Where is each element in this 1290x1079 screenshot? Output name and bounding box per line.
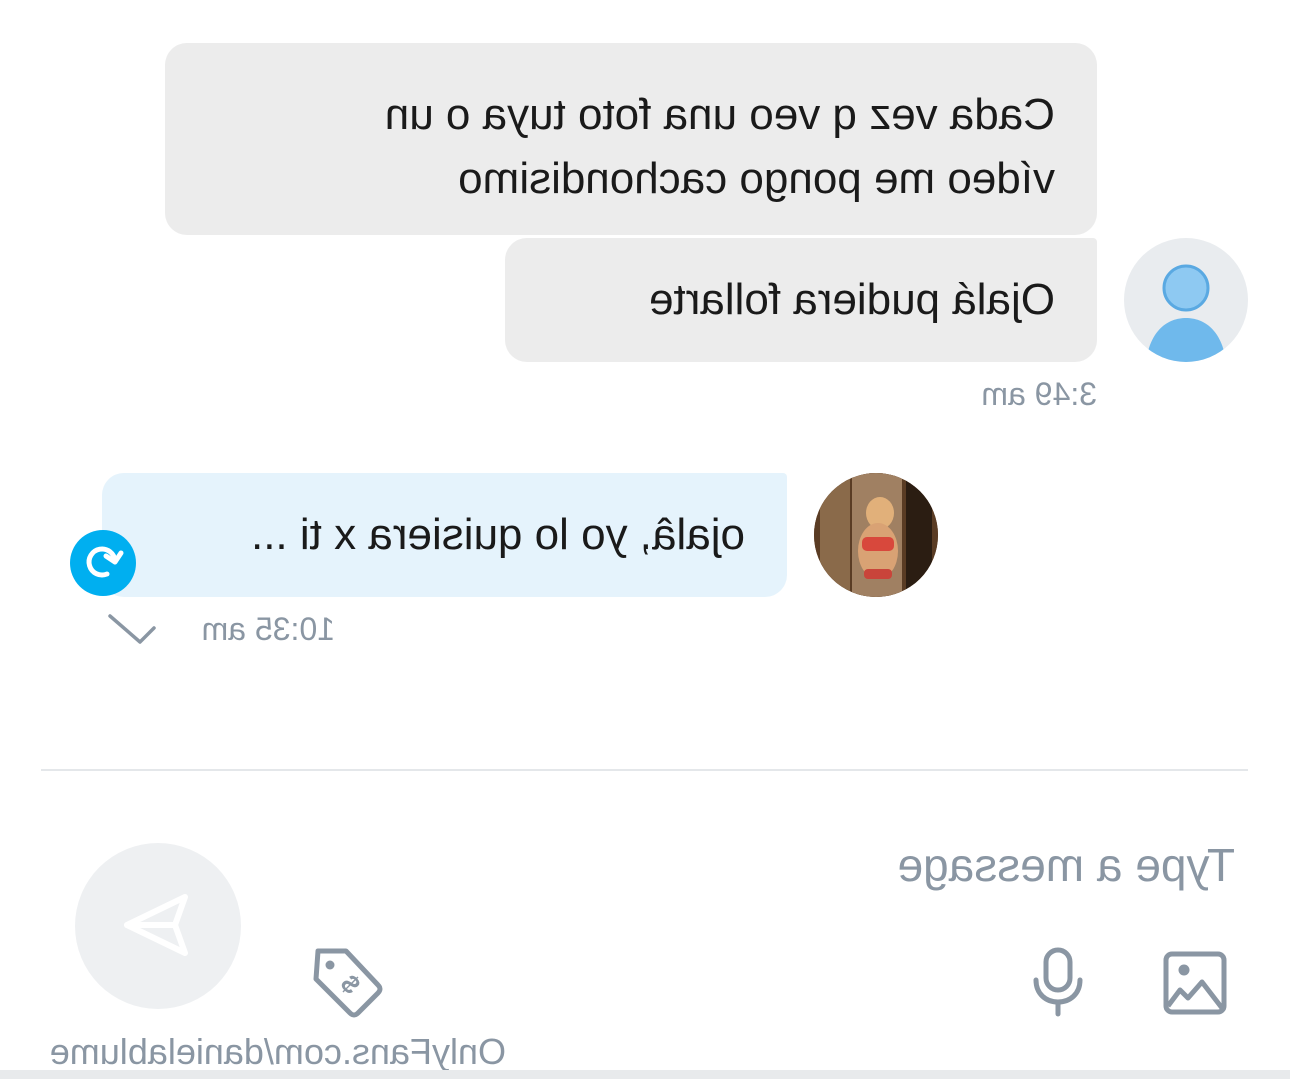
bottom-bar xyxy=(0,1070,1290,1079)
message-text-line: Cada vez q veo una foto tuya o un xyxy=(384,90,1055,139)
message-text-line: ojalâ, yo lo quisiera x ti ... xyxy=(250,510,745,559)
message-input[interactable]: Type a message xyxy=(897,838,1235,892)
message-timestamp: 10:35 am xyxy=(201,611,335,647)
message-bubble-incoming[interactable]: Ojalá pudiera follarte xyxy=(505,238,1097,362)
svg-text:$: $ xyxy=(335,968,367,1000)
message-text-line: vídeo me pongo cachondisimo xyxy=(458,154,1055,203)
undo-icon[interactable] xyxy=(69,529,137,597)
user-avatar-icon xyxy=(1146,264,1226,362)
image-icon[interactable] xyxy=(1162,950,1228,1016)
fan-avatar[interactable] xyxy=(1124,238,1248,362)
watermark-url: OnlyFans.com/danielablume xyxy=(49,1031,506,1072)
microphone-icon[interactable] xyxy=(1028,946,1088,1018)
creator-photo xyxy=(814,473,938,597)
creator-avatar[interactable] xyxy=(814,473,938,597)
send-icon xyxy=(124,894,188,956)
message-bubble-outgoing[interactable]: ojalâ, yo lo quisiera x ti ... xyxy=(102,473,787,597)
message-text-line: Ojalá pudiera follarte xyxy=(648,275,1055,324)
chat-view: Cada vez q veo una foto tuya o un vídeo … xyxy=(0,0,1290,1079)
message-timestamp: 3:49 am xyxy=(981,376,1097,412)
price-tag-icon[interactable]: $ xyxy=(310,945,386,1021)
composer-divider xyxy=(41,769,1248,771)
message-bubble-incoming[interactable]: Cada vez q veo una foto tuya o un vídeo … xyxy=(165,43,1097,235)
send-button[interactable] xyxy=(75,843,241,1009)
check-icon xyxy=(106,612,158,648)
